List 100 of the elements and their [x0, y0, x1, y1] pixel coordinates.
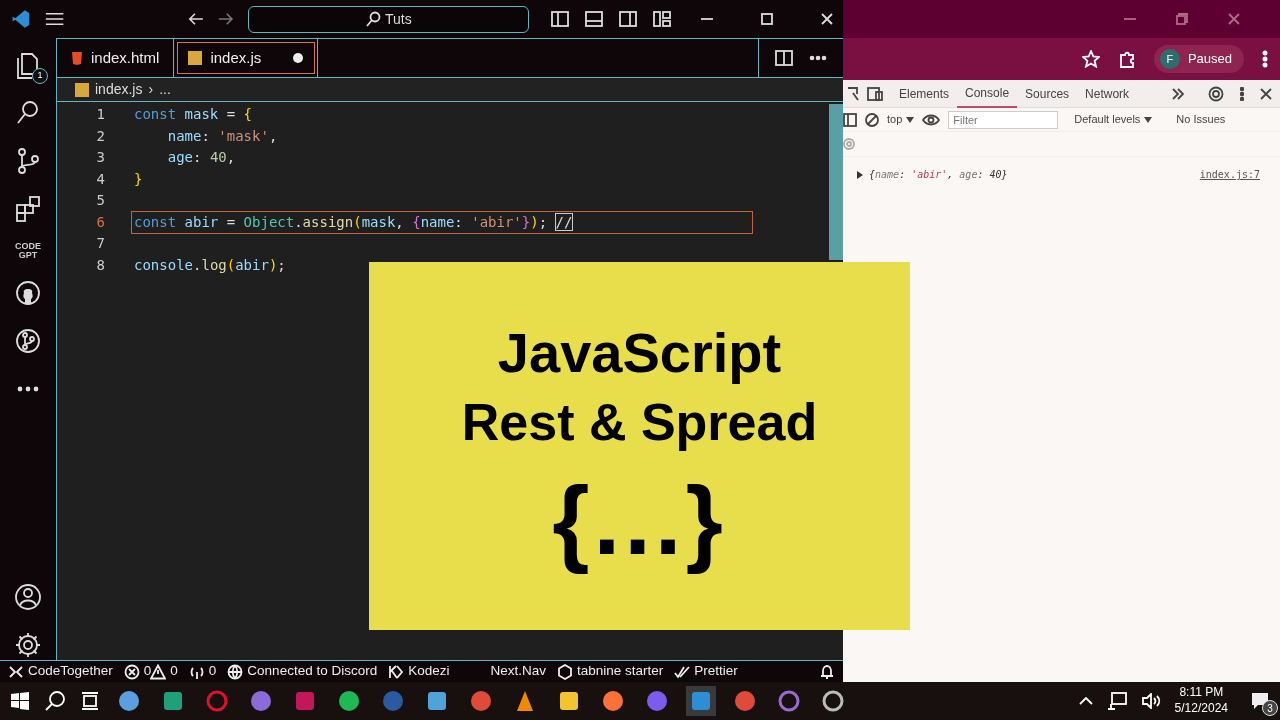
- windows-logo-icon[interactable]: [10, 691, 30, 711]
- settings-icon[interactable]: [14, 630, 42, 660]
- line-number: 4: [95, 169, 105, 189]
- error-icon[interactable]: [123, 663, 140, 680]
- title-text: JavaScript: [497, 319, 782, 386]
- search-icon[interactable]: [44, 690, 66, 712]
- caret-icon: [906, 116, 915, 123]
- code-line: const mask = {: [133, 105, 254, 125]
- app-icon[interactable]: [469, 689, 493, 713]
- graph-icon[interactable]: [14, 326, 42, 356]
- title-text: {...}: [552, 465, 727, 576]
- more-icon[interactable]: [809, 55, 827, 61]
- app-icon[interactable]: [557, 689, 581, 713]
- status-item[interactable]: CodeTogether: [28, 661, 113, 682]
- caret-icon: [1144, 116, 1153, 123]
- app-icon[interactable]: [337, 689, 361, 713]
- devtools-tab[interactable]: Sources: [1017, 79, 1078, 108]
- issues-label: No Issues: [1176, 112, 1226, 128]
- line-number: 8: [95, 255, 105, 275]
- inspect-icon[interactable]: [847, 86, 859, 101]
- clear-icon[interactable]: [865, 112, 879, 127]
- panel-layout-icon[interactable]: [585, 11, 603, 27]
- status-item[interactable]: Prettier: [694, 661, 738, 682]
- line-number: 1: [95, 105, 105, 125]
- star-icon[interactable]: [1081, 50, 1100, 68]
- app-icon[interactable]: [733, 689, 757, 713]
- split-layout-icon[interactable]: [619, 11, 637, 27]
- levels-dropdown[interactable]: Default levels: [1074, 111, 1153, 128]
- code-line: name: 'mask',: [166, 126, 279, 146]
- task-view-icon[interactable]: [80, 691, 100, 711]
- scrollbar[interactable]: [829, 104, 843, 260]
- account-icon[interactable]: [14, 582, 42, 612]
- filter-field[interactable]: Filter: [948, 110, 1059, 129]
- devtools-tab[interactable]: Elements: [891, 79, 958, 108]
- more-tabs-icon[interactable]: [1172, 87, 1184, 100]
- settings-icon[interactable]: [1208, 85, 1224, 102]
- line-number: 7: [95, 234, 105, 254]
- modified-dot: [293, 53, 304, 63]
- sidebar-layout-icon[interactable]: [551, 11, 569, 27]
- close-icon[interactable]: [1260, 87, 1272, 100]
- puzzle-icon[interactable]: [1117, 50, 1136, 68]
- status-item[interactable]: 0: [143, 661, 152, 682]
- breadcrumb-item[interactable]: ›: [148, 79, 154, 100]
- chevron-up-icon[interactable]: [1078, 697, 1093, 705]
- count-badge: 3: [1262, 700, 1278, 716]
- more-vertical-icon[interactable]: [1262, 50, 1268, 68]
- app-icon[interactable]: [601, 689, 625, 713]
- status-item[interactable]: 0: [208, 661, 217, 682]
- forward-arrow-icon[interactable]: [217, 11, 234, 27]
- editor-tab[interactable]: index.js: [174, 39, 319, 77]
- devtools-tab[interactable]: Console: [957, 79, 1018, 108]
- title-text: Rest & Spread: [461, 391, 818, 453]
- bell-icon[interactable]: [819, 663, 835, 680]
- line-number: 2: [95, 126, 105, 146]
- app-icon[interactable]: [161, 689, 185, 713]
- device-icon[interactable]: [867, 86, 883, 101]
- restore-icon[interactable]: [1176, 13, 1188, 25]
- code-line: console.log(abir);: [133, 255, 287, 275]
- volume-icon[interactable]: [1140, 693, 1161, 709]
- maximize-icon[interactable]: [761, 13, 773, 25]
- remote-icon[interactable]: [8, 663, 24, 680]
- avatar: F: [1159, 49, 1180, 69]
- app-icon[interactable]: [117, 689, 141, 713]
- clock-date[interactable]: 5/12/2024: [1174, 701, 1228, 717]
- status-item[interactable]: tabnine starter: [577, 661, 664, 682]
- network-icon[interactable]: [1106, 692, 1127, 710]
- code-line: const abir = Object.assign(mask, {name: 'abir'}); //: [132, 211, 752, 233]
- app-icon[interactable]: [249, 689, 273, 713]
- devtools-tab[interactable]: Network: [1077, 79, 1138, 108]
- status-item[interactable]: Connected to Discord: [247, 661, 378, 682]
- menu-icon[interactable]: [44, 11, 65, 27]
- context-dropdown[interactable]: top: [887, 111, 915, 128]
- more-vertical-icon[interactable]: [1240, 86, 1244, 101]
- grid-layout-icon[interactable]: [653, 11, 671, 27]
- split-editor-icon[interactable]: [775, 50, 793, 66]
- status-item[interactable]: 0: [170, 661, 178, 682]
- hexagon-icon[interactable]: [557, 663, 573, 680]
- clock-time[interactable]: 8:11 PM: [1179, 685, 1224, 701]
- back-arrow-icon[interactable]: [188, 11, 204, 27]
- line-number: 3: [95, 148, 105, 168]
- js-file-icon: [188, 51, 203, 65]
- codegpt-logo[interactable]: CODE GPT: [14, 242, 42, 260]
- profile-button[interactable]: F Paused: [1153, 45, 1244, 73]
- search-field[interactable]: Tuts: [247, 5, 529, 33]
- app-icon[interactable]: [777, 689, 801, 713]
- status-item[interactable]: Kodezi: [408, 661, 450, 682]
- eye-icon[interactable]: [922, 113, 941, 126]
- kd-logo-icon[interactable]: [388, 663, 405, 680]
- globe-icon[interactable]: [227, 663, 244, 680]
- breadcrumb-item[interactable]: index.js: [95, 79, 143, 100]
- source-link[interactable]: index.js:7: [1199, 167, 1260, 182]
- app-icon[interactable]: [821, 689, 845, 713]
- status-item[interactable]: Next.Nav: [490, 661, 546, 682]
- breadcrumb-item[interactable]: ...: [159, 79, 171, 100]
- app-icon[interactable]: [425, 689, 449, 713]
- expand-triangle-icon[interactable]: [857, 170, 863, 179]
- warning-icon[interactable]: [150, 663, 167, 680]
- sidebar-icon[interactable]: [843, 112, 857, 127]
- extensions-icon[interactable]: [14, 194, 42, 224]
- github-icon[interactable]: [14, 278, 42, 308]
